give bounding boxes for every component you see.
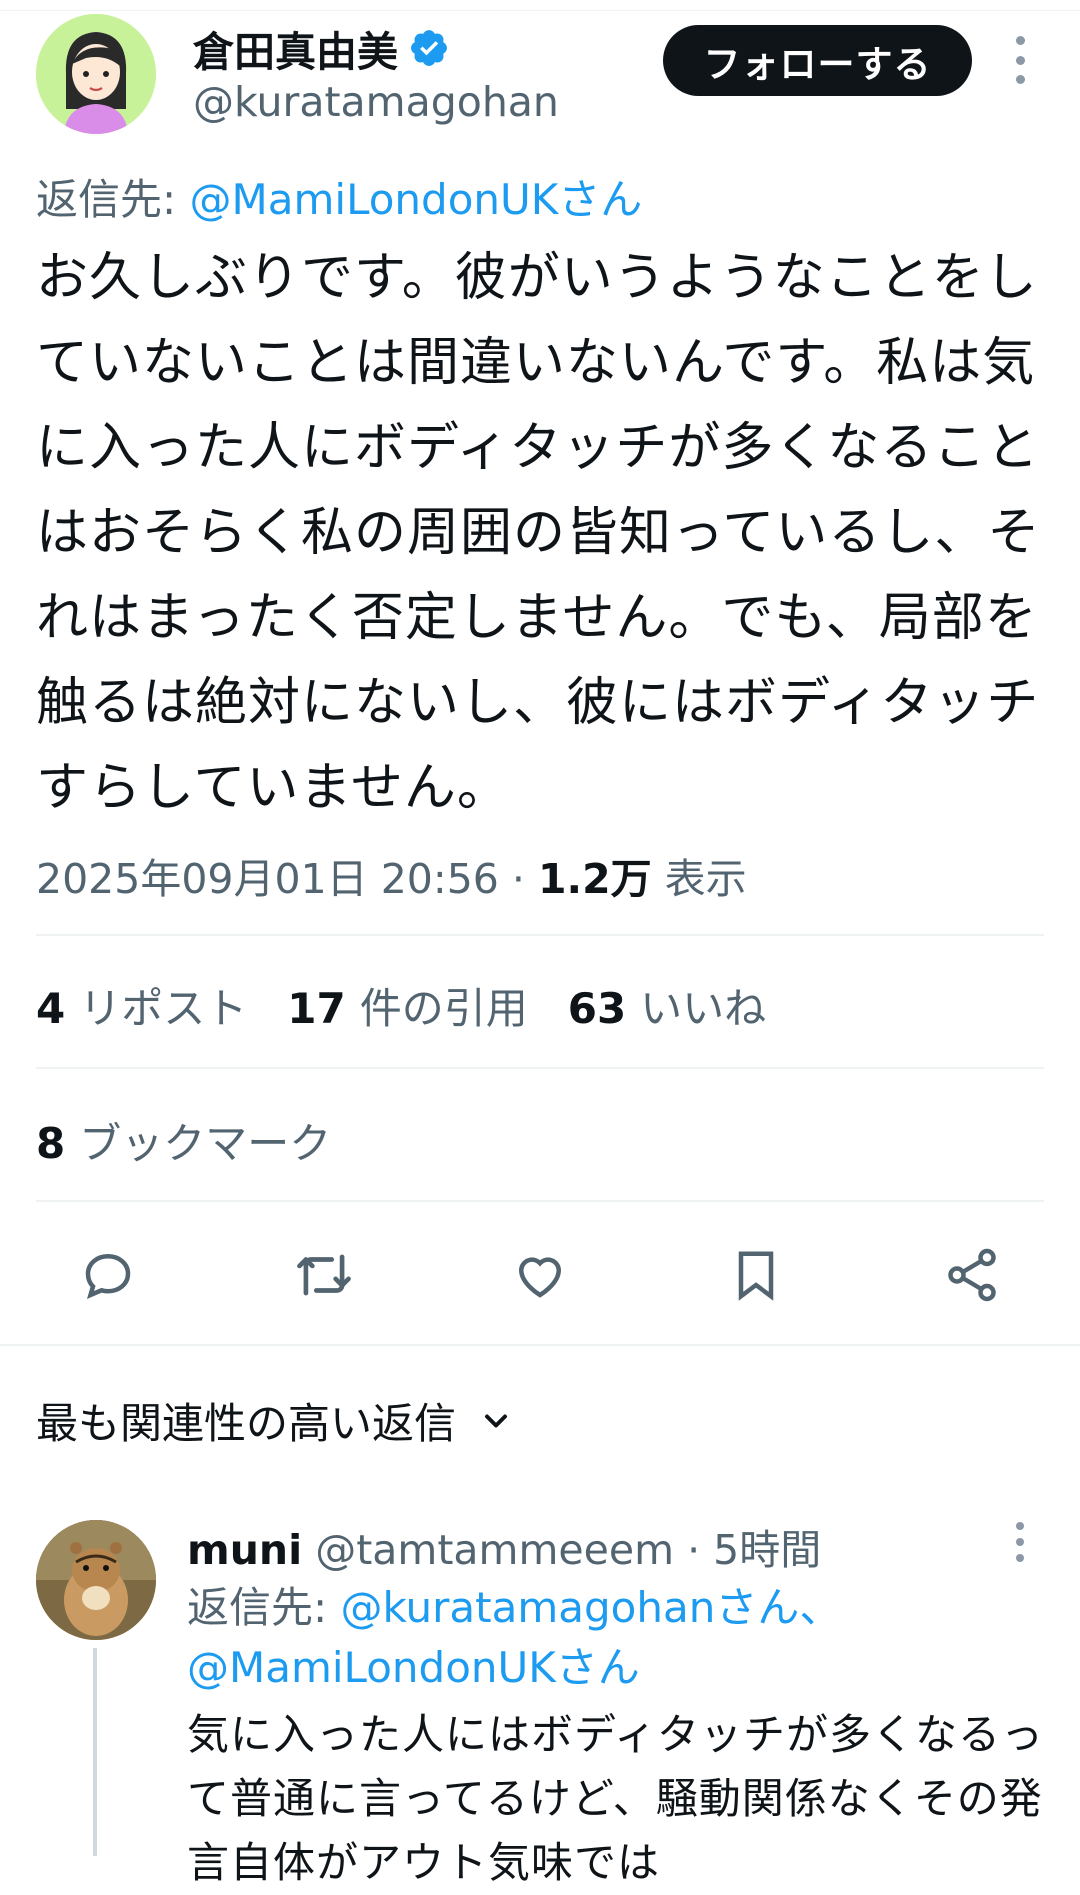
reply-time[interactable]: · 5時間 [674, 1526, 821, 1574]
reply-reply-to-line: 返信先: @kuratamagohanさん、 @MamiLondonUKさん [187, 1578, 1047, 1698]
likes-stat[interactable]: 63 いいね [568, 975, 766, 1036]
bookmark-icon[interactable] [721, 1240, 791, 1310]
reply-mention-2[interactable]: @MamiLondonUKさん [187, 1643, 640, 1692]
follow-button[interactable]: フォローする [663, 25, 972, 96]
tweet-meta: 2025年09月01日 20:56 · 1.2万 表示 [36, 845, 747, 905]
meta-separator: · [498, 855, 538, 903]
quotes-stat[interactable]: 17 件の引用 [287, 975, 527, 1036]
engagement-stats: 4 リポスト 17 件の引用 63 いいね [36, 975, 766, 1036]
author-handle[interactable]: @kuratamagohan [193, 78, 559, 126]
author-name[interactable]: 倉田真由美 [193, 18, 398, 78]
like-icon[interactable] [505, 1240, 575, 1310]
reposts-count: 4 [36, 984, 66, 1033]
likes-label: いいね [640, 984, 767, 1033]
reply-to-mention[interactable]: @MamiLondonUKさん [190, 175, 643, 224]
section-divider [0, 1344, 1080, 1346]
reply-to-prefix: 返信先: [36, 175, 190, 224]
thread-line [93, 1648, 97, 1856]
chevron-down-icon [485, 1414, 507, 1427]
reposts-label: リポスト [79, 984, 248, 1033]
divider-after-meta [36, 934, 1044, 936]
tweet-text: お久しぶりです。彼がいうようなことをしていないことは間違いないんです。私は気に入… [36, 248, 1041, 818]
reply-header: muni @tamtammeeem · 5時間 [187, 1516, 821, 1576]
reply-mention-1[interactable]: @kuratamagohanさん、 [341, 1583, 842, 1632]
quotes-count: 17 [287, 984, 346, 1033]
repost-icon[interactable] [289, 1240, 359, 1310]
more-options-icon[interactable] [1000, 36, 1040, 84]
bookmarks-count: 8 [36, 1119, 66, 1168]
replies-sort-label: 最も関連性の高い返信 [36, 1399, 457, 1448]
reply-author-handle[interactable]: @tamtammeeem [315, 1526, 674, 1574]
reposts-stat[interactable]: 4 リポスト [36, 975, 247, 1036]
chipmunk-avatar-image [36, 1520, 156, 1640]
share-icon[interactable] [937, 1240, 1007, 1310]
verified-badge-icon[interactable] [408, 27, 450, 69]
reply-author-avatar[interactable] [36, 1520, 156, 1640]
quotes-label: 件の引用 [359, 984, 528, 1033]
avatar-illustration [36, 14, 156, 134]
reply-reply-to-prefix: 返信先: [187, 1583, 341, 1632]
reply-icon[interactable] [73, 1240, 143, 1310]
likes-count: 63 [567, 984, 627, 1033]
divider-after-bookmarks [36, 1200, 1044, 1202]
author-avatar[interactable] [36, 14, 156, 134]
bookmarks-stat: 8 ブックマーク [36, 1110, 331, 1171]
reply-text: 気に入った人にはボディタッチが多くなるって普通に言ってるけど、騒動関係なくその発… [187, 1710, 1045, 1887]
top-divider [0, 10, 1080, 11]
replies-sort-dropdown[interactable]: 最も関連性の高い返信 [36, 1390, 514, 1451]
bookmarks-label: ブックマーク [79, 1119, 332, 1168]
reply-more-options-icon[interactable] [1000, 1522, 1040, 1562]
tweet-timestamp[interactable]: 2025年09月01日 20:56 [36, 855, 499, 903]
author-name-row: 倉田真由美 [193, 18, 450, 78]
reply-author-name[interactable]: muni [187, 1526, 302, 1574]
action-bar [0, 1240, 1080, 1310]
reply-to-line: 返信先: @MamiLondonUKさん [36, 166, 642, 227]
divider-after-stats [36, 1067, 1044, 1069]
views-count: 1.2万 [537, 855, 652, 903]
views-label: 表示 [651, 855, 747, 903]
